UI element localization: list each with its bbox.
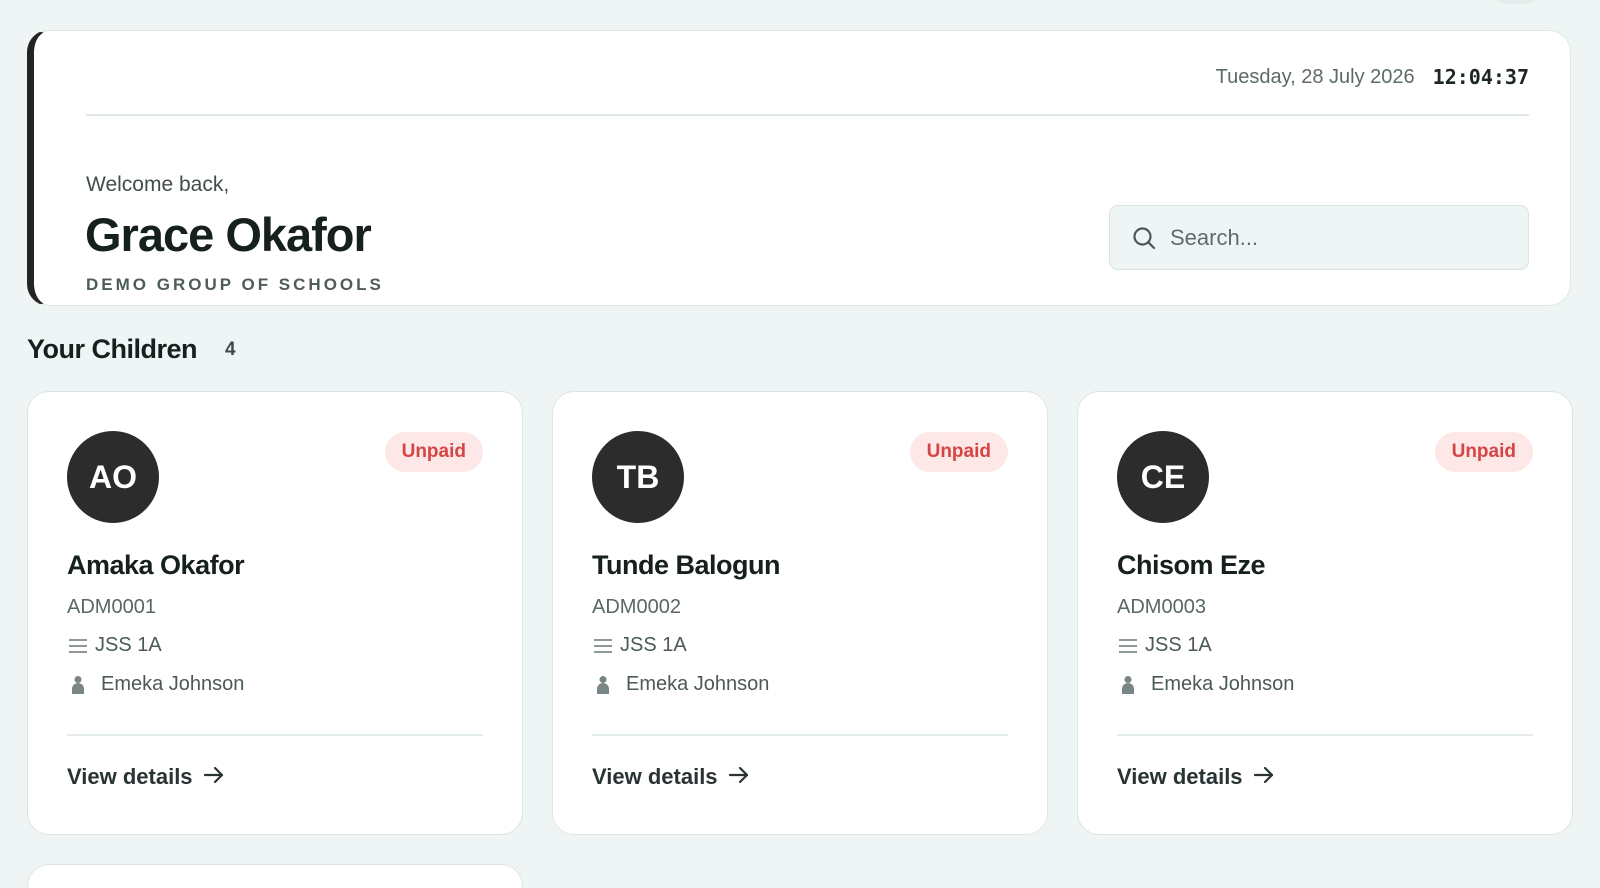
child-card[interactable]: AO Unpaid Amaka Okafor ADM0001 JSS 1A Em…	[27, 391, 523, 835]
child-name: Tunde Balogun	[592, 550, 780, 580]
child-name: Amaka Okafor	[67, 550, 245, 580]
user-icon	[592, 675, 614, 695]
teacher-info: Emeka Johnson	[1117, 673, 1294, 696]
child-card[interactable]: TB Unpaid Tunde Balogun ADM0002 JSS 1A E…	[552, 391, 1048, 835]
search-input[interactable]	[1170, 224, 1510, 251]
current-date: Tuesday, 28 July 2026	[1215, 65, 1415, 88]
list-icon	[1117, 638, 1139, 654]
status-badge: Unpaid	[1434, 432, 1533, 472]
card-divider	[67, 734, 483, 736]
admission-number: ADM0003	[1117, 596, 1206, 618]
class-label: JSS 1A	[620, 634, 687, 656]
class-info: JSS 1A	[67, 634, 162, 657]
status-badge: Unpaid	[384, 432, 483, 472]
view-details-label: View details	[1117, 764, 1243, 789]
arrow-right-icon	[728, 764, 750, 790]
header-divider	[86, 114, 1529, 116]
arrow-right-icon	[1253, 764, 1275, 790]
organization-name: DEMO GROUP OF SCHOOLS	[86, 275, 384, 294]
teacher-info: Emeka Johnson	[592, 673, 769, 696]
user-name: Grace Okafor	[85, 208, 372, 261]
view-details-link[interactable]: View details	[592, 764, 750, 790]
children-count: 4	[225, 338, 236, 360]
admission-number: ADM0001	[67, 596, 156, 618]
section-title: Your Children	[27, 334, 198, 364]
current-time: 12:04:37	[1432, 65, 1529, 89]
class-info: JSS 1A	[592, 634, 687, 657]
admission-number: ADM0002	[592, 596, 681, 618]
avatar: AO	[67, 431, 159, 523]
card-divider	[592, 734, 1008, 736]
avatar: TB	[592, 431, 684, 523]
class-label: JSS 1A	[95, 634, 162, 656]
view-details-label: View details	[67, 764, 193, 789]
child-card-partial[interactable]	[27, 864, 523, 888]
datetime-display: Tuesday, 28 July 2026 12:04:37	[1216, 65, 1529, 89]
class-label: JSS 1A	[1145, 634, 1212, 656]
welcome-header-card: Tuesday, 28 July 2026 12:04:37 Welcome b…	[27, 30, 1571, 306]
welcome-text: Welcome back,	[86, 173, 230, 196]
user-icon	[67, 675, 89, 695]
class-info: JSS 1A	[1117, 634, 1212, 657]
card-divider	[1117, 734, 1533, 736]
list-icon	[67, 638, 89, 654]
list-icon	[592, 638, 614, 654]
search-box[interactable]	[1109, 205, 1529, 270]
view-details-link[interactable]: View details	[67, 764, 225, 790]
search-icon	[1130, 224, 1158, 252]
child-card[interactable]: CE Unpaid Chisom Eze ADM0003 JSS 1A Emek…	[1077, 391, 1573, 835]
view-details-link[interactable]: View details	[1117, 764, 1275, 790]
avatar: CE	[1117, 431, 1209, 523]
children-section-heading: Your Children 4	[27, 334, 236, 365]
teacher-name: Emeka Johnson	[626, 673, 770, 695]
top-corner-element	[1494, 0, 1538, 4]
dashboard-page: Tuesday, 28 July 2026 12:04:37 Welcome b…	[0, 0, 1600, 888]
view-details-label: View details	[592, 764, 718, 789]
status-badge: Unpaid	[909, 432, 1008, 472]
arrow-right-icon	[203, 764, 225, 790]
teacher-name: Emeka Johnson	[101, 673, 245, 695]
user-icon	[1117, 675, 1139, 695]
teacher-info: Emeka Johnson	[67, 673, 244, 696]
children-cards: AO Unpaid Amaka Okafor ADM0001 JSS 1A Em…	[27, 391, 1573, 835]
child-name: Chisom Eze	[1117, 550, 1266, 580]
teacher-name: Emeka Johnson	[1151, 673, 1295, 695]
